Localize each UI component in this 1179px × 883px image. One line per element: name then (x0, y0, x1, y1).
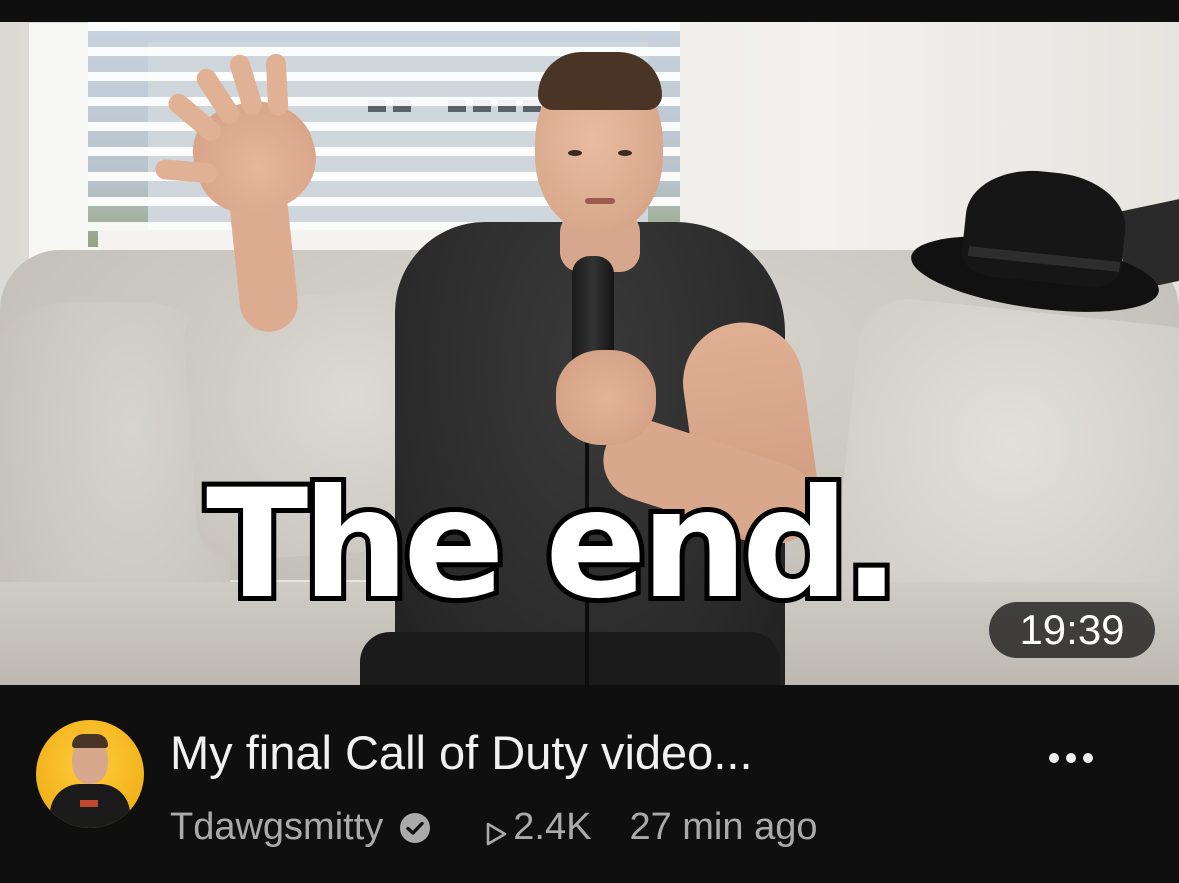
more-options-button[interactable] (1040, 740, 1102, 776)
video-info-row: My final Call of Duty video... Tdawgsmit… (0, 685, 1179, 883)
person-hair (538, 52, 662, 110)
duration-badge: 19:39 (989, 602, 1155, 658)
more-options-icon (1049, 753, 1059, 763)
person-hand (556, 350, 656, 445)
video-title[interactable]: My final Call of Duty video... (170, 725, 753, 780)
channel-avatar[interactable] (36, 720, 144, 828)
upload-age: 27 min ago (629, 805, 818, 848)
play-outline-icon (483, 814, 509, 846)
channel-name[interactable]: Tdawgsmitty (170, 806, 383, 849)
view-count-value: 2.4K (513, 805, 592, 848)
view-count: 2.4K (483, 806, 591, 849)
verified-check-icon (399, 811, 431, 843)
finger (265, 53, 289, 117)
person-shorts (360, 632, 780, 685)
person-eye (568, 150, 582, 156)
person-eye (618, 150, 632, 156)
more-options-icon (1083, 753, 1093, 763)
person-mouth (585, 198, 615, 204)
thumbnail-overlay-text: The end. (201, 458, 905, 632)
video-meta: Tdawgsmitty 2.4K 27 min ago (170, 805, 817, 849)
top-strip (0, 0, 1179, 22)
avatar-shirt-logo (80, 800, 98, 807)
avatar-hair (72, 734, 108, 748)
more-options-icon (1066, 753, 1076, 763)
video-thumbnail[interactable]: The end. 19:39 (0, 22, 1179, 685)
